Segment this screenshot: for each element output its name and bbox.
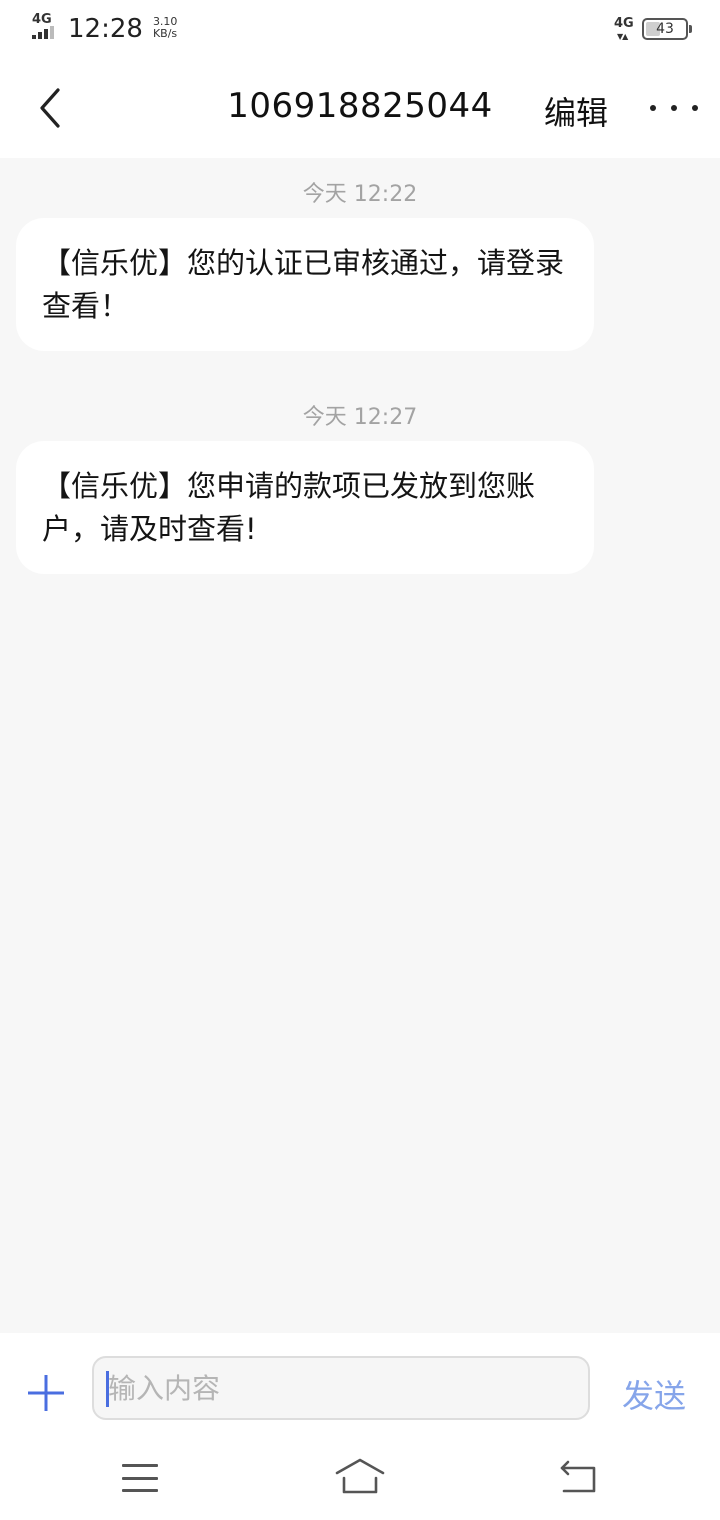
- more-options-button[interactable]: [650, 88, 698, 128]
- message-timestamp: 今天 12:27: [302, 405, 418, 430]
- status-time: 12:28: [68, 14, 143, 44]
- battery-icon: 43: [642, 18, 692, 40]
- cellular-signal-icon: 4G: [30, 12, 60, 42]
- composer-bar: 发送: [0, 1333, 720, 1520]
- edit-button[interactable]: 编辑: [544, 88, 608, 134]
- message-timestamp: 今天 12:22: [302, 182, 418, 207]
- message-input[interactable]: [92, 1356, 590, 1420]
- conversation-header: 106918825044 编辑: [0, 60, 720, 158]
- more-horizontal-icon: [650, 105, 698, 111]
- nav-home-button[interactable]: [334, 1457, 386, 1497]
- home-icon: [335, 1458, 385, 1494]
- message-bubble[interactable]: 【信乐优】您申请的款项已发放到您账户，请及时查看!: [16, 441, 594, 574]
- network-type-right: 4G: [614, 16, 634, 31]
- network-type-left: 4G: [32, 12, 52, 27]
- menu-icon: [122, 1464, 158, 1492]
- network-speed-unit: KB/s: [152, 27, 178, 40]
- text-cursor: [106, 1371, 109, 1407]
- nav-back-button[interactable]: [558, 1459, 600, 1495]
- back-arrow-icon: [560, 1460, 596, 1493]
- status-bar: 4G 12:28 3.10 KB/s 4G ▼▲ 43: [0, 0, 720, 60]
- plus-icon: [28, 1375, 64, 1411]
- status-right: 4G ▼▲ 43: [614, 16, 692, 42]
- data-network-icon: 4G ▼▲: [614, 16, 634, 41]
- nav-menu-button[interactable]: [122, 1464, 158, 1492]
- conversation-title: 106918825044: [227, 86, 493, 126]
- battery-level: 43: [656, 21, 674, 37]
- message-bubble[interactable]: 【信乐优】您的认证已审核通过，请登录查看！: [16, 218, 594, 351]
- send-button[interactable]: 发送: [622, 1371, 686, 1417]
- status-left: 4G 12:28 3.10 KB/s: [30, 12, 177, 46]
- attach-button[interactable]: [26, 1373, 66, 1413]
- network-speed: 3.10 KB/s: [153, 16, 178, 40]
